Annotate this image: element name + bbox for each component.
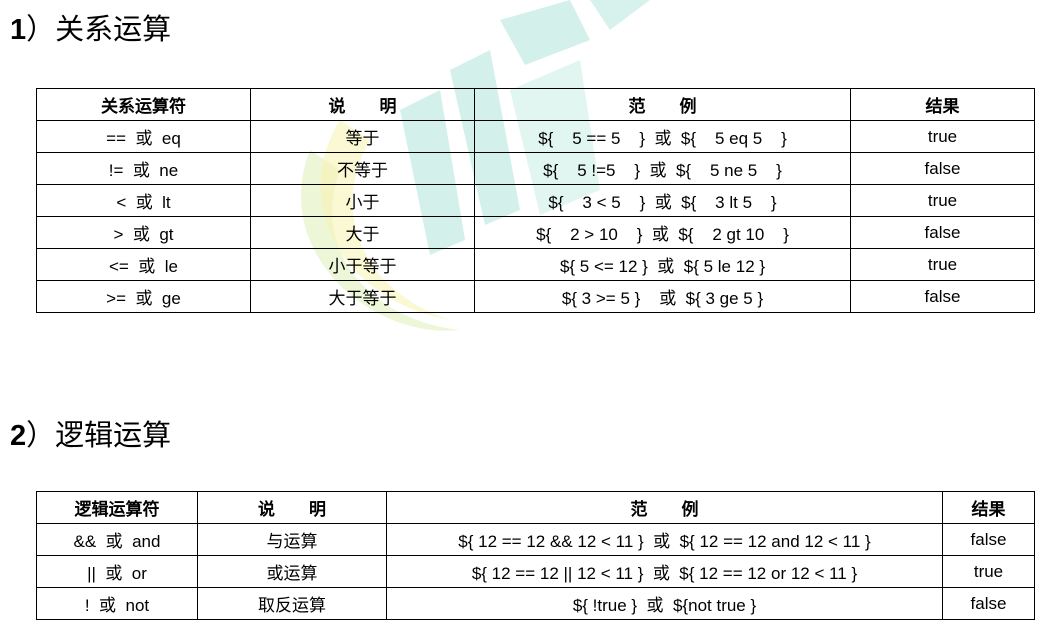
- table-header-row: 逻辑运算符 说 明 范 例 结果: [36, 491, 1035, 524]
- header-example: 范 例: [386, 491, 943, 524]
- example-cell: ${ 3 >= 5 } 或 ${ 3 ge 5 }: [474, 280, 851, 313]
- operator-cell: && 或 and: [36, 523, 198, 556]
- example-cell: ${ 5 == 5 } 或 ${ 5 eq 5 }: [474, 120, 851, 153]
- header-description: 说 明: [197, 491, 387, 524]
- result-cell: true: [850, 248, 1035, 281]
- table-row: >= 或 ge 大于等于 ${ 3 >= 5 } 或 ${ 3 ge 5 } f…: [36, 280, 1035, 313]
- example-cell: ${ !true } 或 ${not true }: [386, 587, 943, 620]
- example-cell: ${ 5 <= 12 } 或 ${ 5 le 12 }: [474, 248, 851, 281]
- result-cell: false: [942, 523, 1035, 556]
- result-cell: false: [942, 587, 1035, 620]
- header-example: 范 例: [474, 88, 851, 121]
- operator-cell: == 或 eq: [36, 120, 251, 153]
- table-header-row: 关系运算符 说 明 范 例 结果: [36, 88, 1035, 121]
- header-operator: 逻辑运算符: [36, 491, 198, 524]
- result-cell: false: [850, 280, 1035, 313]
- operator-cell: < 或 lt: [36, 184, 251, 217]
- logical-operators-table: 逻辑运算符 说 明 范 例 结果 && 或 and 与运算 ${ 12 == 1…: [36, 491, 1035, 620]
- table-row: < 或 lt 小于 ${ 3 < 5 } 或 ${ 3 lt 5 } true: [36, 184, 1035, 217]
- table-row: <= 或 le 小于等于 ${ 5 <= 12 } 或 ${ 5 le 12 }…: [36, 248, 1035, 281]
- table-row: == 或 eq 等于 ${ 5 == 5 } 或 ${ 5 eq 5 } tru…: [36, 120, 1035, 153]
- operator-cell: <= 或 le: [36, 248, 251, 281]
- result-cell: true: [850, 120, 1035, 153]
- result-cell: true: [850, 184, 1035, 217]
- example-cell: ${ 12 == 12 && 12 < 11 } 或 ${ 12 == 12 a…: [386, 523, 943, 556]
- description-cell: 取反运算: [197, 587, 387, 620]
- operator-cell: != 或 ne: [36, 152, 251, 185]
- operator-cell: ! 或 not: [36, 587, 198, 620]
- example-cell: ${ 12 == 12 || 12 < 11 } 或 ${ 12 == 12 o…: [386, 555, 943, 588]
- description-cell: 或运算: [197, 555, 387, 588]
- description-cell: 小于: [250, 184, 475, 217]
- description-cell: 等于: [250, 120, 475, 153]
- operator-cell: || 或 or: [36, 555, 198, 588]
- example-cell: ${ 3 < 5 } 或 ${ 3 lt 5 }: [474, 184, 851, 217]
- header-operator: 关系运算符: [36, 88, 251, 121]
- description-cell: 大于: [250, 216, 475, 249]
- result-cell: false: [850, 216, 1035, 249]
- table-row: && 或 and 与运算 ${ 12 == 12 && 12 < 11 } 或 …: [36, 523, 1035, 556]
- example-cell: ${ 2 > 10 } 或 ${ 2 gt 10 }: [474, 216, 851, 249]
- section-title-relational: 1）关系运算: [10, 12, 172, 46]
- section-title-logical: 2）逻辑运算: [10, 418, 172, 452]
- header-result: 结果: [850, 88, 1035, 121]
- example-cell: ${ 5 !=5 } 或 ${ 5 ne 5 }: [474, 152, 851, 185]
- description-cell: 不等于: [250, 152, 475, 185]
- description-cell: 大于等于: [250, 280, 475, 313]
- table-row: != 或 ne 不等于 ${ 5 !=5 } 或 ${ 5 ne 5 } fal…: [36, 152, 1035, 185]
- table-row: || 或 or 或运算 ${ 12 == 12 || 12 < 11 } 或 $…: [36, 555, 1035, 588]
- description-cell: 小于等于: [250, 248, 475, 281]
- result-cell: true: [942, 555, 1035, 588]
- result-cell: false: [850, 152, 1035, 185]
- relational-operators-table: 关系运算符 说 明 范 例 结果 == 或 eq 等于 ${ 5 == 5 } …: [36, 88, 1035, 313]
- table-row: ! 或 not 取反运算 ${ !true } 或 ${not true } f…: [36, 587, 1035, 620]
- table-row: > 或 gt 大于 ${ 2 > 10 } 或 ${ 2 gt 10 } fal…: [36, 216, 1035, 249]
- header-description: 说 明: [250, 88, 475, 121]
- operator-cell: > 或 gt: [36, 216, 251, 249]
- operator-cell: >= 或 ge: [36, 280, 251, 313]
- header-result: 结果: [942, 491, 1035, 524]
- description-cell: 与运算: [197, 523, 387, 556]
